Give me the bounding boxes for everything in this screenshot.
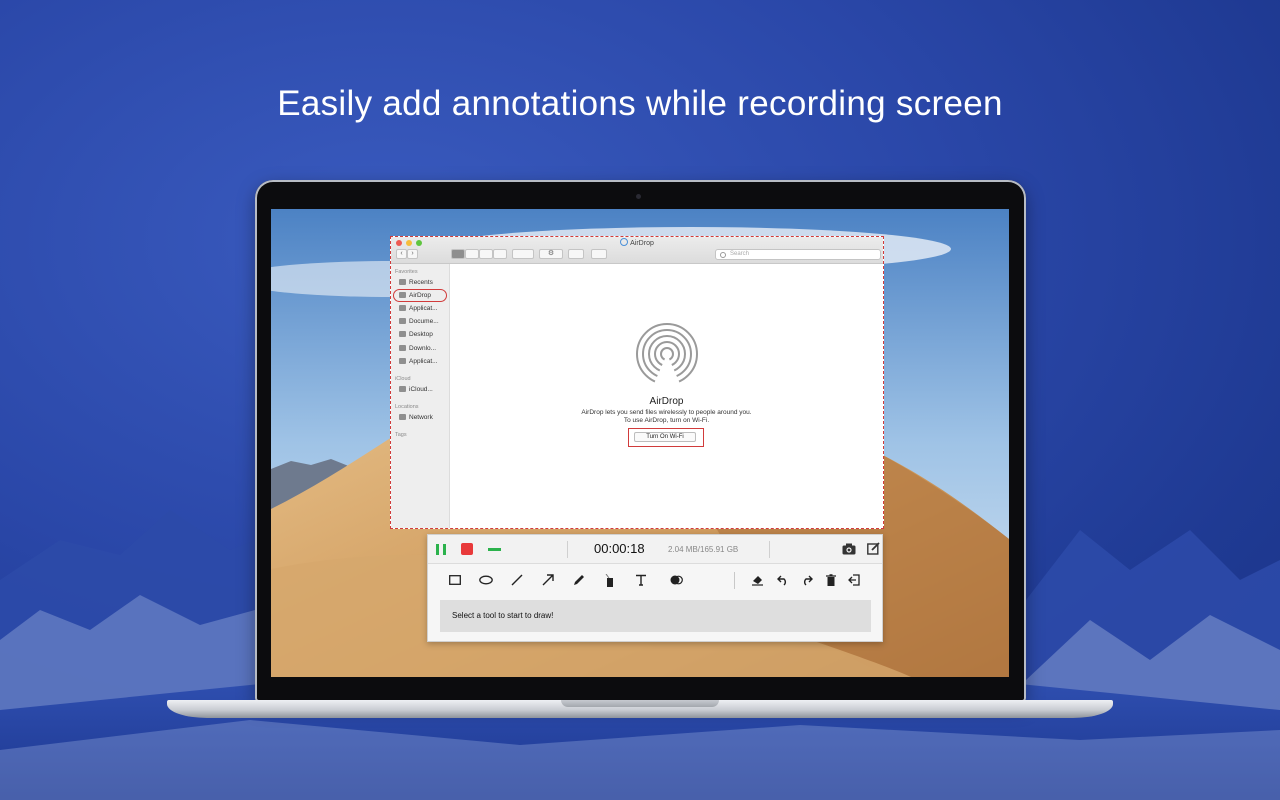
- airdrop-small-icon: [620, 238, 629, 246]
- sidebar-item-recents[interactable]: Recents: [399, 279, 433, 286]
- icon-view-button[interactable]: [451, 249, 465, 259]
- tag-button[interactable]: [591, 249, 607, 259]
- applications-icon: [399, 305, 406, 311]
- sidebar-item-downloads[interactable]: Downlo...: [399, 345, 436, 352]
- rectangle-icon[interactable]: [448, 573, 462, 587]
- finder-title-label: AirDrop: [630, 240, 654, 247]
- page-headline: Easily add annotations while recording s…: [277, 84, 1003, 123]
- airdrop-desc-line-1: AirDrop lets you send files wirelessly t…: [581, 409, 752, 416]
- sidebar-header-locations: Locations: [395, 404, 419, 410]
- globe-icon: [399, 414, 406, 420]
- pause-bar: [436, 544, 439, 555]
- storage-readout: 2.04 MB/165.91 GB: [668, 545, 739, 554]
- sidebar-item-applications-2[interactable]: Applicat...: [399, 358, 438, 365]
- recording-timer: 00:00:18: [594, 541, 645, 556]
- gallery-view-button[interactable]: [493, 249, 507, 259]
- stop-button[interactable]: [461, 543, 473, 555]
- airdrop-heading: AirDrop: [649, 396, 684, 407]
- sidebar-item-icloud[interactable]: iCloud...: [399, 386, 433, 393]
- finder-title: AirDrop: [391, 238, 883, 247]
- text-icon[interactable]: [634, 573, 648, 587]
- sidebar-item-documents[interactable]: Docume...: [399, 318, 439, 325]
- hint-text: Select a tool to start to draw!: [452, 611, 554, 620]
- sidebar-item-desktop[interactable]: Desktop: [399, 331, 433, 338]
- airdrop-description: AirDrop lets you send files wirelessly t…: [450, 409, 883, 425]
- sidebar-item-network[interactable]: Network: [399, 414, 433, 421]
- pencil-icon[interactable]: [572, 573, 586, 587]
- pause-bar: [443, 544, 446, 555]
- airdrop-desc-line-2: To use AirDrop, turn on Wi-Fi.: [623, 417, 710, 424]
- column-view-button[interactable]: [479, 249, 493, 259]
- exit-icon[interactable]: [847, 573, 861, 587]
- sidebar-item-label: Desktop: [409, 331, 433, 338]
- sidebar-item-label: Network: [409, 414, 433, 421]
- trash-icon[interactable]: [824, 573, 838, 587]
- finder-content: AirDrop AirDrop lets you send files wire…: [450, 264, 883, 528]
- recorder-controls: 00:00:18 2.04 MB/165.91 GB: [428, 535, 882, 564]
- sidebar-item-label: Applicat...: [409, 305, 438, 312]
- annotation-toolbar: [428, 564, 882, 596]
- pause-button[interactable]: [436, 544, 446, 555]
- line-icon[interactable]: [510, 573, 524, 587]
- sidebar-item-label: Docume...: [409, 318, 439, 325]
- folder-icon: [399, 358, 406, 364]
- search-icon: [720, 252, 726, 258]
- sidebar-item-label: Recents: [409, 279, 433, 286]
- edit-icon[interactable]: [867, 542, 880, 555]
- minimize-button[interactable]: [488, 548, 501, 551]
- share-button[interactable]: [568, 249, 584, 259]
- back-button[interactable]: ‹: [396, 249, 407, 259]
- blur-icon[interactable]: [669, 573, 683, 587]
- forward-button[interactable]: ›: [407, 249, 418, 259]
- sidebar-item-label: Applicat...: [409, 358, 438, 365]
- list-view-button[interactable]: [465, 249, 479, 259]
- clock-icon: [399, 279, 406, 285]
- desktop-icon: [399, 331, 406, 337]
- arrow-icon[interactable]: [541, 573, 555, 587]
- download-icon: [399, 345, 406, 351]
- recorder-panel: 00:00:18 2.04 MB/165.91 GB Select a tool…: [427, 534, 883, 642]
- search-field[interactable]: Search: [715, 249, 881, 260]
- sidebar-header-favorites: Favorites: [395, 269, 418, 275]
- sidebar-header-tags: Tags: [395, 432, 407, 438]
- camera-icon[interactable]: [842, 543, 856, 555]
- action-gear-button[interactable]: ⚙: [539, 249, 563, 259]
- airdrop-annotation-ellipse: [393, 289, 447, 302]
- finder-window: AirDrop ‹ › ⚙ Search Favorites Recents A…: [390, 236, 884, 529]
- search-placeholder: Search: [730, 251, 750, 257]
- laptop-camera: [636, 194, 641, 199]
- redo-icon[interactable]: [800, 573, 814, 587]
- laptop-base-notch: [561, 700, 719, 707]
- divider: [769, 541, 770, 558]
- undo-icon[interactable]: [776, 573, 790, 587]
- sidebar-item-applications[interactable]: Applicat...: [399, 305, 438, 312]
- sidebar-item-label: iCloud...: [409, 386, 433, 393]
- hint-bar: Select a tool to start to draw!: [440, 600, 871, 632]
- group-button[interactable]: [512, 249, 534, 259]
- airdrop-logo-icon: [636, 323, 698, 386]
- turn-on-wifi-button[interactable]: Turn On Wi-Fi: [634, 432, 696, 442]
- toolbar-divider: [734, 572, 735, 589]
- eraser-icon[interactable]: [750, 573, 764, 587]
- finder-sidebar: Favorites Recents AirDrop Applicat... Do…: [391, 264, 450, 528]
- ellipse-icon[interactable]: [479, 573, 493, 587]
- marker-icon[interactable]: [603, 573, 617, 587]
- document-icon: [399, 318, 406, 324]
- finder-toolbar: AirDrop ‹ › ⚙ Search: [391, 237, 883, 264]
- sidebar-item-label: Downlo...: [409, 345, 437, 352]
- divider: [567, 541, 568, 558]
- sidebar-header-icloud: iCloud: [395, 376, 411, 382]
- cloud-icon: [399, 386, 406, 392]
